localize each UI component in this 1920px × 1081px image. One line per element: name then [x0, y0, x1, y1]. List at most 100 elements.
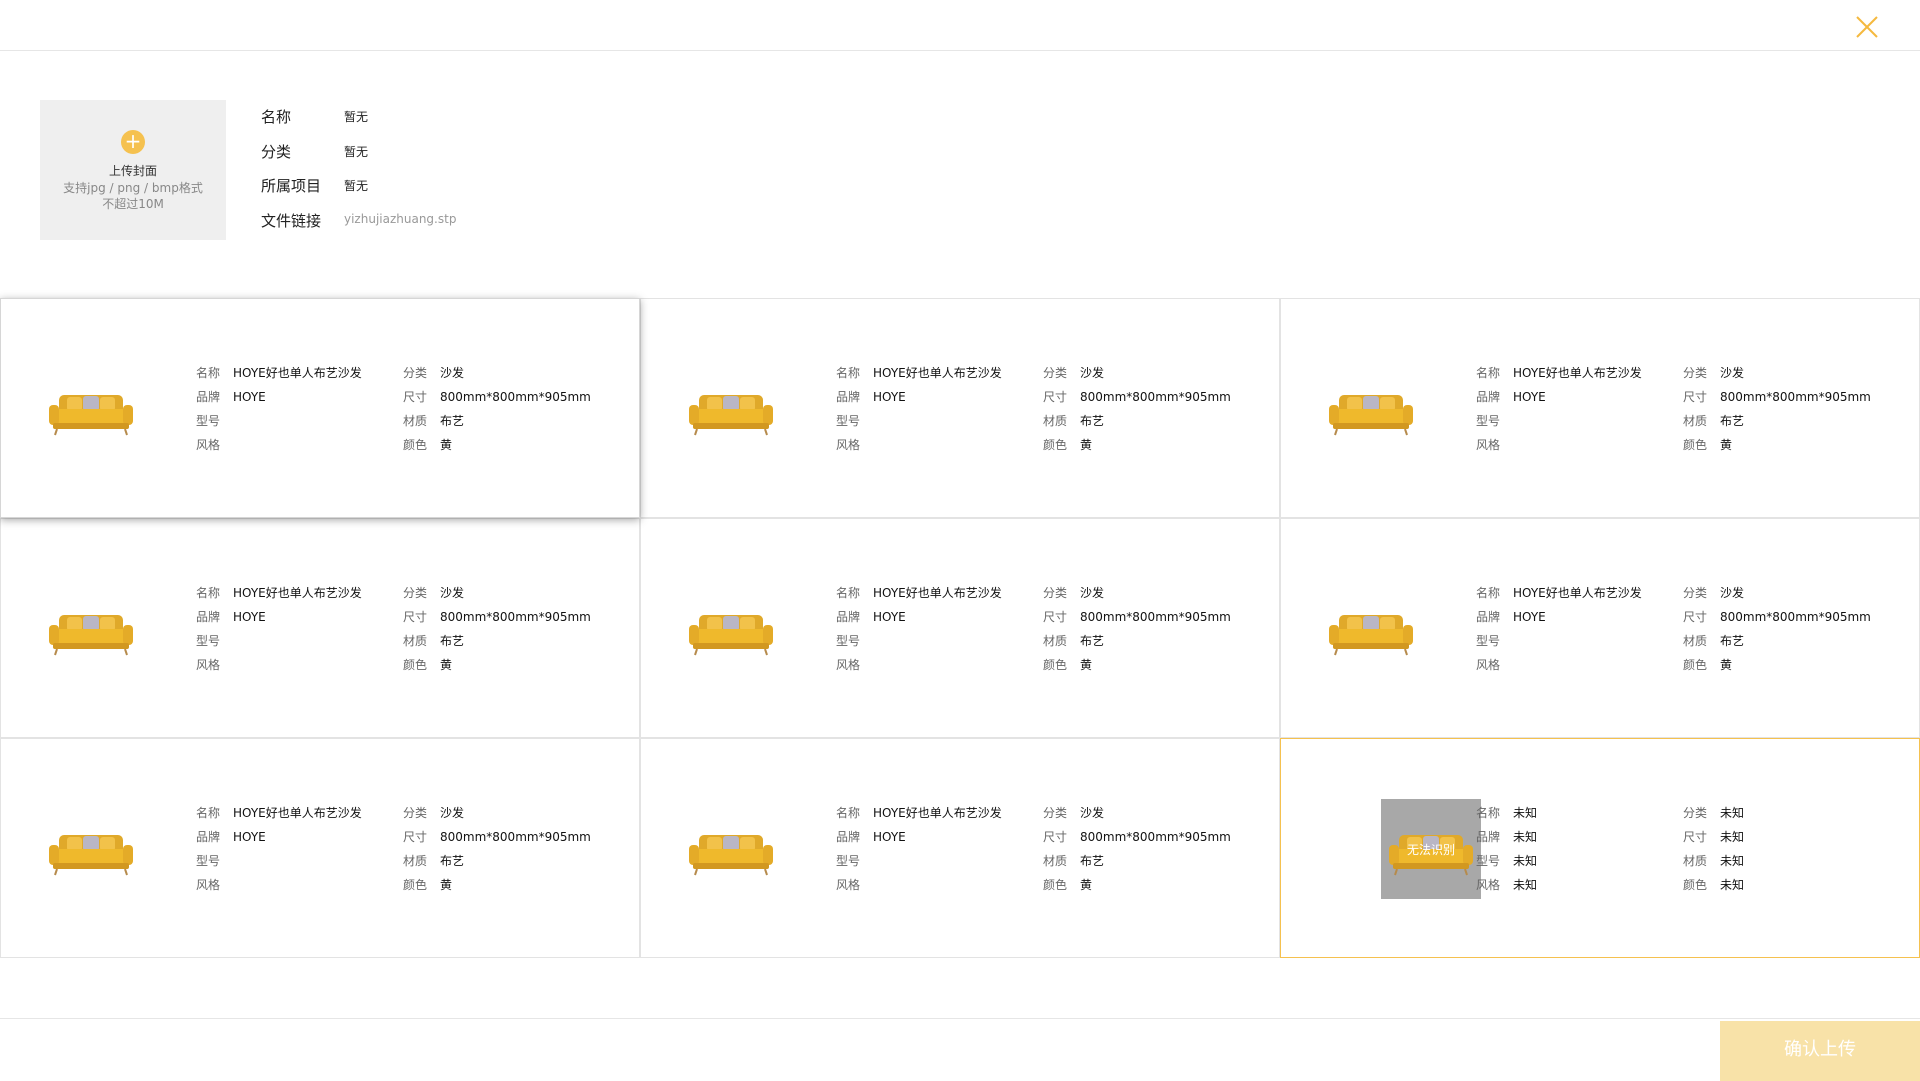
file-info-section: + 上传封面 支持jpg / png / bmp格式 不超过10M 名称 暂无 …: [0, 52, 1920, 298]
attr-category: 分类 沙发: [403, 804, 464, 821]
unrecognized-label: 无法识别: [1406, 843, 1455, 857]
attr-value: 黄: [1080, 438, 1093, 452]
attr-value: 布艺: [440, 634, 465, 648]
attr-label: 分类: [1683, 586, 1708, 600]
attr-label: 分类: [1043, 806, 1068, 820]
model-card[interactable]: 名称 HOYE好也单人布艺沙发 品牌 HOYE 型号 风格 分类 沙发 尺寸 800mm*800m…: [640, 738, 1280, 958]
attr-label: 品牌: [1476, 390, 1501, 404]
attr-model: 型号: [196, 632, 233, 649]
model-card[interactable]: 名称 HOYE好也单人布艺沙发 品牌 HOYE 型号 风格 分类 沙发 尺寸 800mm*800m…: [1280, 518, 1920, 738]
attr-category: 分类 沙发: [403, 584, 464, 601]
attr-label: 分类: [1683, 366, 1708, 380]
upload-cover-button[interactable]: + 上传封面 支持jpg / png / bmp格式 不超过10M: [40, 100, 226, 240]
attr-value: 布艺: [1720, 634, 1745, 648]
attr-category: 分类 沙发: [1683, 364, 1744, 381]
attr-color: 颜色黄: [403, 656, 452, 673]
model-card[interactable]: 名称 HOYE好也单人布艺沙发 品牌 HOYE 型号风格 分类 沙发尺寸 800mm*800m…: [640, 518, 1280, 738]
attr-label: 材质: [1683, 634, 1708, 648]
attr-value: 黄: [440, 438, 453, 452]
attr-label: 颜色: [1683, 878, 1708, 892]
upload-hint-size: 不超过10M: [102, 197, 164, 211]
attr-label: 型号: [1476, 634, 1501, 648]
attr-color: 颜色黄: [1683, 656, 1732, 673]
attr-name: 名称 HOYE好也单人布艺沙发: [836, 584, 1002, 601]
attr-material: 材质 布艺: [403, 412, 464, 429]
attr-name: 名称 HOYE好也单人布艺沙发: [836, 804, 1002, 821]
model-thumbnail: 无法识别: [1381, 799, 1481, 899]
attr-label: 型号: [836, 634, 861, 648]
attr-label: 颜色: [1043, 878, 1068, 892]
attr-label: 材质: [1043, 634, 1068, 648]
attr-value: 黄: [440, 878, 453, 892]
attr-material: 材质 布艺: [1043, 852, 1104, 869]
attr-category: 分类 沙发: [1043, 584, 1104, 601]
attr-label: 尺寸: [1043, 390, 1068, 404]
attr-value: HOYE好也单人布艺沙发: [233, 806, 362, 820]
attr-label: 分类: [403, 586, 428, 600]
attr-value: HOYE好也单人布艺沙发: [233, 586, 362, 600]
attr-label: 材质: [1043, 414, 1068, 428]
attr-label: 颜色: [403, 658, 428, 672]
model-card[interactable]: 无法识别 名称 未知 品牌 未知 型号 未知 风格 未知 分类 未知 尺寸 未知 材质 未知 颜色 未知: [1280, 738, 1920, 958]
file-link[interactable]: yizhujiazhuang.stp: [344, 212, 456, 226]
model-thumbnail: [41, 359, 141, 459]
attr-label: 品牌: [836, 610, 861, 624]
attr-brand: 品牌 HOYE: [836, 828, 906, 845]
model-card[interactable]: 名称 HOYE好也单人布艺沙发 品牌 HOYE 型号 风格 分类 沙发 尺寸 800mm*800m…: [1280, 298, 1920, 518]
attr-style: 风格: [836, 436, 873, 453]
model-thumbnail: [41, 799, 141, 899]
confirm-upload-button[interactable]: 确认上传: [1720, 1021, 1920, 1081]
attr-value: HOYE: [233, 610, 266, 624]
model-card[interactable]: 名称 HOYE好也单人布艺沙发 品牌 HOYE 型号 风格 分类 沙发 尺寸 800mm*800m…: [0, 298, 640, 518]
meta-label: 分类: [261, 143, 292, 161]
footer-bar: 确认上传: [0, 1018, 1920, 1081]
attr-value: 沙发: [1080, 366, 1105, 380]
model-card[interactable]: 名称 HOYE好也单人布艺沙发 品牌 HOYE 型号 风格 分类 沙发 尺寸 800mm*800m…: [640, 298, 1280, 518]
attr-value: HOYE好也单人布艺沙发: [873, 806, 1002, 820]
attr-style: 风格: [836, 876, 873, 893]
model-thumbnail: [41, 579, 141, 679]
model-card[interactable]: 名称 HOYE好也单人布艺沙发 品牌 HOYE 型号 风格 分类 沙发 尺寸 800mm*800m…: [0, 518, 640, 738]
attr-label: 型号: [1476, 414, 1501, 428]
attr-value: 布艺: [1720, 414, 1745, 428]
attr-value: HOYE好也单人布艺沙发: [233, 366, 362, 380]
attr-brand: 品牌 HOYE: [196, 828, 266, 845]
attr-category: 分类 沙发: [1043, 364, 1104, 381]
model-thumbnail: [681, 799, 781, 899]
attr-material: 材质 未知: [1683, 852, 1744, 869]
attr-value: 800mm*800mm*905mm: [1720, 390, 1871, 404]
attr-value: 黄: [1720, 658, 1733, 672]
attr-color: 颜色黄: [1683, 436, 1732, 453]
attr-model: 型号: [196, 852, 233, 869]
sofa-image: [1329, 395, 1413, 436]
attr-label: 型号: [196, 634, 221, 648]
attr-label: 尺寸: [1043, 610, 1068, 624]
attr-material: 材质 布艺: [1043, 632, 1104, 649]
attr-value: HOYE好也单人布艺沙发: [873, 366, 1002, 380]
attr-label: 品牌: [196, 610, 221, 624]
attr-model: 型号: [836, 632, 873, 649]
attr-label: 材质: [403, 854, 428, 868]
attr-name: 名称 HOYE好也单人布艺沙发: [1476, 584, 1642, 601]
model-grid: 名称 HOYE好也单人布艺沙发 品牌 HOYE 型号 风格 分类 沙发 尺寸 800mm*800m…: [0, 298, 1920, 960]
attr-brand: 品牌 HOYE: [1476, 608, 1546, 625]
attr-size: 尺寸 800mm*800mm*905mm: [1043, 608, 1231, 625]
sofa-image: [689, 835, 773, 876]
attr-label: 型号: [1476, 854, 1501, 868]
model-card[interactable]: 名称 HOYE好也单人布艺沙发 品牌 HOYE 型号 风格 分类 沙发 尺寸 800mm*800m…: [0, 738, 640, 958]
attr-size: 尺寸 800mm*800mm*905mm: [403, 828, 591, 845]
attr-style: 风格 未知: [1476, 876, 1537, 893]
attr-size: 尺寸 800mm*800mm*905mm: [403, 608, 591, 625]
attr-label: 风格: [836, 658, 861, 672]
attr-label: 尺寸: [1043, 830, 1068, 844]
attr-label: 风格: [836, 878, 861, 892]
attr-name: 名称 HOYE好也单人布艺沙发: [1476, 364, 1642, 381]
attr-value: 未知: [1513, 878, 1538, 892]
attr-value: HOYE: [873, 610, 906, 624]
attr-value: 布艺: [1080, 414, 1105, 428]
attr-value: 沙发: [440, 586, 465, 600]
close-icon[interactable]: [1852, 12, 1882, 42]
attr-label: 风格: [196, 658, 221, 672]
sofa-image: [49, 395, 133, 436]
attr-model: 型号 未知: [1476, 852, 1537, 869]
